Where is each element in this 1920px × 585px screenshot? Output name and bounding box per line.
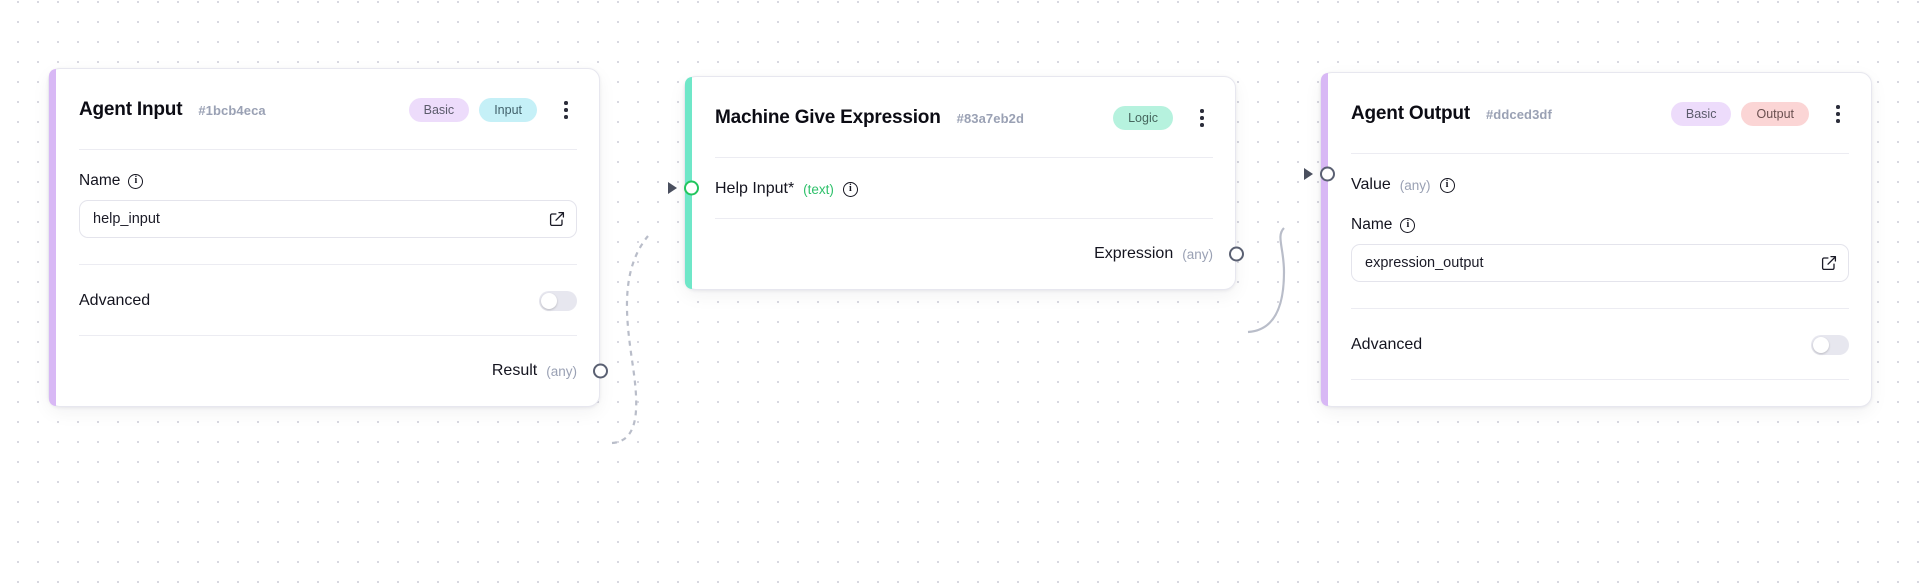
output-port-label: Expression [1094, 245, 1174, 262]
advanced-section: Advanced [49, 265, 599, 335]
name-input[interactable]: help_input [79, 200, 577, 238]
node-id: #83a7eb2d [956, 110, 1025, 126]
output-port-result[interactable]: Result (any) [79, 336, 608, 406]
badge-basic[interactable]: Basic [408, 97, 470, 123]
output-port-label: Result [491, 362, 538, 379]
output-section: Result (any) [49, 336, 608, 406]
name-input[interactable]: expression_output [1351, 244, 1849, 282]
node-agent-input[interactable]: Agent Input #1bcb4eca Basic Input Name i… [48, 68, 608, 407]
node-header: Agent Output #ddced3df Basic Output [1321, 73, 1871, 153]
name-input-value: expression_output [1365, 255, 1484, 271]
output-section: Expression (any) [685, 219, 1244, 289]
node-machine-give-expression[interactable]: Machine Give Expression #83a7eb2d Logic … [668, 76, 1244, 290]
kebab-menu-icon[interactable] [1827, 101, 1849, 127]
port-handle-help-input[interactable] [684, 180, 699, 196]
node-accent-bar [1321, 73, 1328, 406]
flow-canvas[interactable]: Agent Input #1bcb4eca Basic Input Name i… [0, 0, 1920, 585]
name-label-text: Name [79, 172, 121, 189]
port-handle-value[interactable] [1320, 166, 1335, 182]
output-port-expression[interactable]: Expression (any) [715, 219, 1244, 289]
name-label-text: Name [1351, 216, 1393, 233]
advanced-row: Advanced [79, 265, 577, 335]
node-id: #ddced3df [1485, 106, 1552, 122]
name-field-label: Name i [1351, 194, 1849, 244]
advanced-row: Advanced [1351, 309, 1849, 379]
advanced-label: Advanced [79, 292, 151, 309]
badge-logic[interactable]: Logic [1113, 105, 1173, 131]
input-port-help-input[interactable]: Help Input* (text) i [668, 158, 1213, 218]
input-port-label: Help Input* [715, 180, 795, 197]
badge-input[interactable]: Input [479, 97, 537, 123]
node-agent-output[interactable]: Agent Output #ddced3df Basic Output Valu… [1304, 72, 1872, 407]
name-field-label: Name i [79, 150, 577, 200]
input-port-type: (text) [803, 181, 834, 197]
edit-square-icon[interactable] [549, 211, 565, 227]
input-port-label: Value [1351, 176, 1391, 193]
node-body: Name i help_input [49, 150, 599, 264]
input-port-type: (any) [1399, 177, 1431, 193]
node-title: Agent Output [1351, 103, 1470, 124]
info-icon[interactable]: i [128, 173, 144, 189]
advanced-section: Advanced [1321, 309, 1871, 379]
info-icon[interactable]: i [842, 181, 858, 197]
node-body: Value (any) i Name i expression_output [1304, 154, 1871, 308]
node-title: Machine Give Expression [715, 107, 941, 128]
node-header: Agent Input #1bcb4eca Basic Input [49, 69, 599, 149]
edge-arrow-icon [668, 182, 677, 194]
advanced-toggle[interactable] [1811, 335, 1849, 355]
info-icon[interactable]: i [1400, 217, 1416, 233]
advanced-label: Advanced [1351, 336, 1423, 353]
output-port-type: (any) [546, 363, 577, 379]
name-input-value: help_input [93, 211, 160, 227]
node-id: #1bcb4eca [198, 102, 266, 118]
badge-output[interactable]: Output [1741, 101, 1809, 127]
edge-arrow-icon [1304, 168, 1313, 180]
node-header: Machine Give Expression #83a7eb2d Logic [685, 77, 1235, 157]
node-title: Agent Input [79, 99, 183, 120]
edge-result-to-help-input [611, 235, 649, 445]
port-handle-result[interactable] [593, 363, 608, 379]
badge-basic[interactable]: Basic [1670, 101, 1732, 127]
port-handle-expression[interactable] [1229, 246, 1244, 262]
field-gap [1351, 282, 1849, 308]
input-port-value[interactable]: Value (any) i [1304, 154, 1849, 194]
node-body: Help Input* (text) i [668, 158, 1235, 218]
edge-expression-to-value [1247, 227, 1286, 334]
kebab-menu-icon[interactable] [555, 97, 577, 123]
node-accent-bar [49, 69, 56, 406]
edit-square-icon[interactable] [1821, 255, 1837, 271]
kebab-menu-icon[interactable] [1191, 105, 1213, 131]
output-port-type: (any) [1182, 246, 1213, 262]
node-footer-gap [1321, 380, 1871, 406]
advanced-toggle[interactable] [539, 291, 577, 311]
info-icon[interactable]: i [1439, 177, 1455, 193]
field-gap [79, 238, 577, 264]
